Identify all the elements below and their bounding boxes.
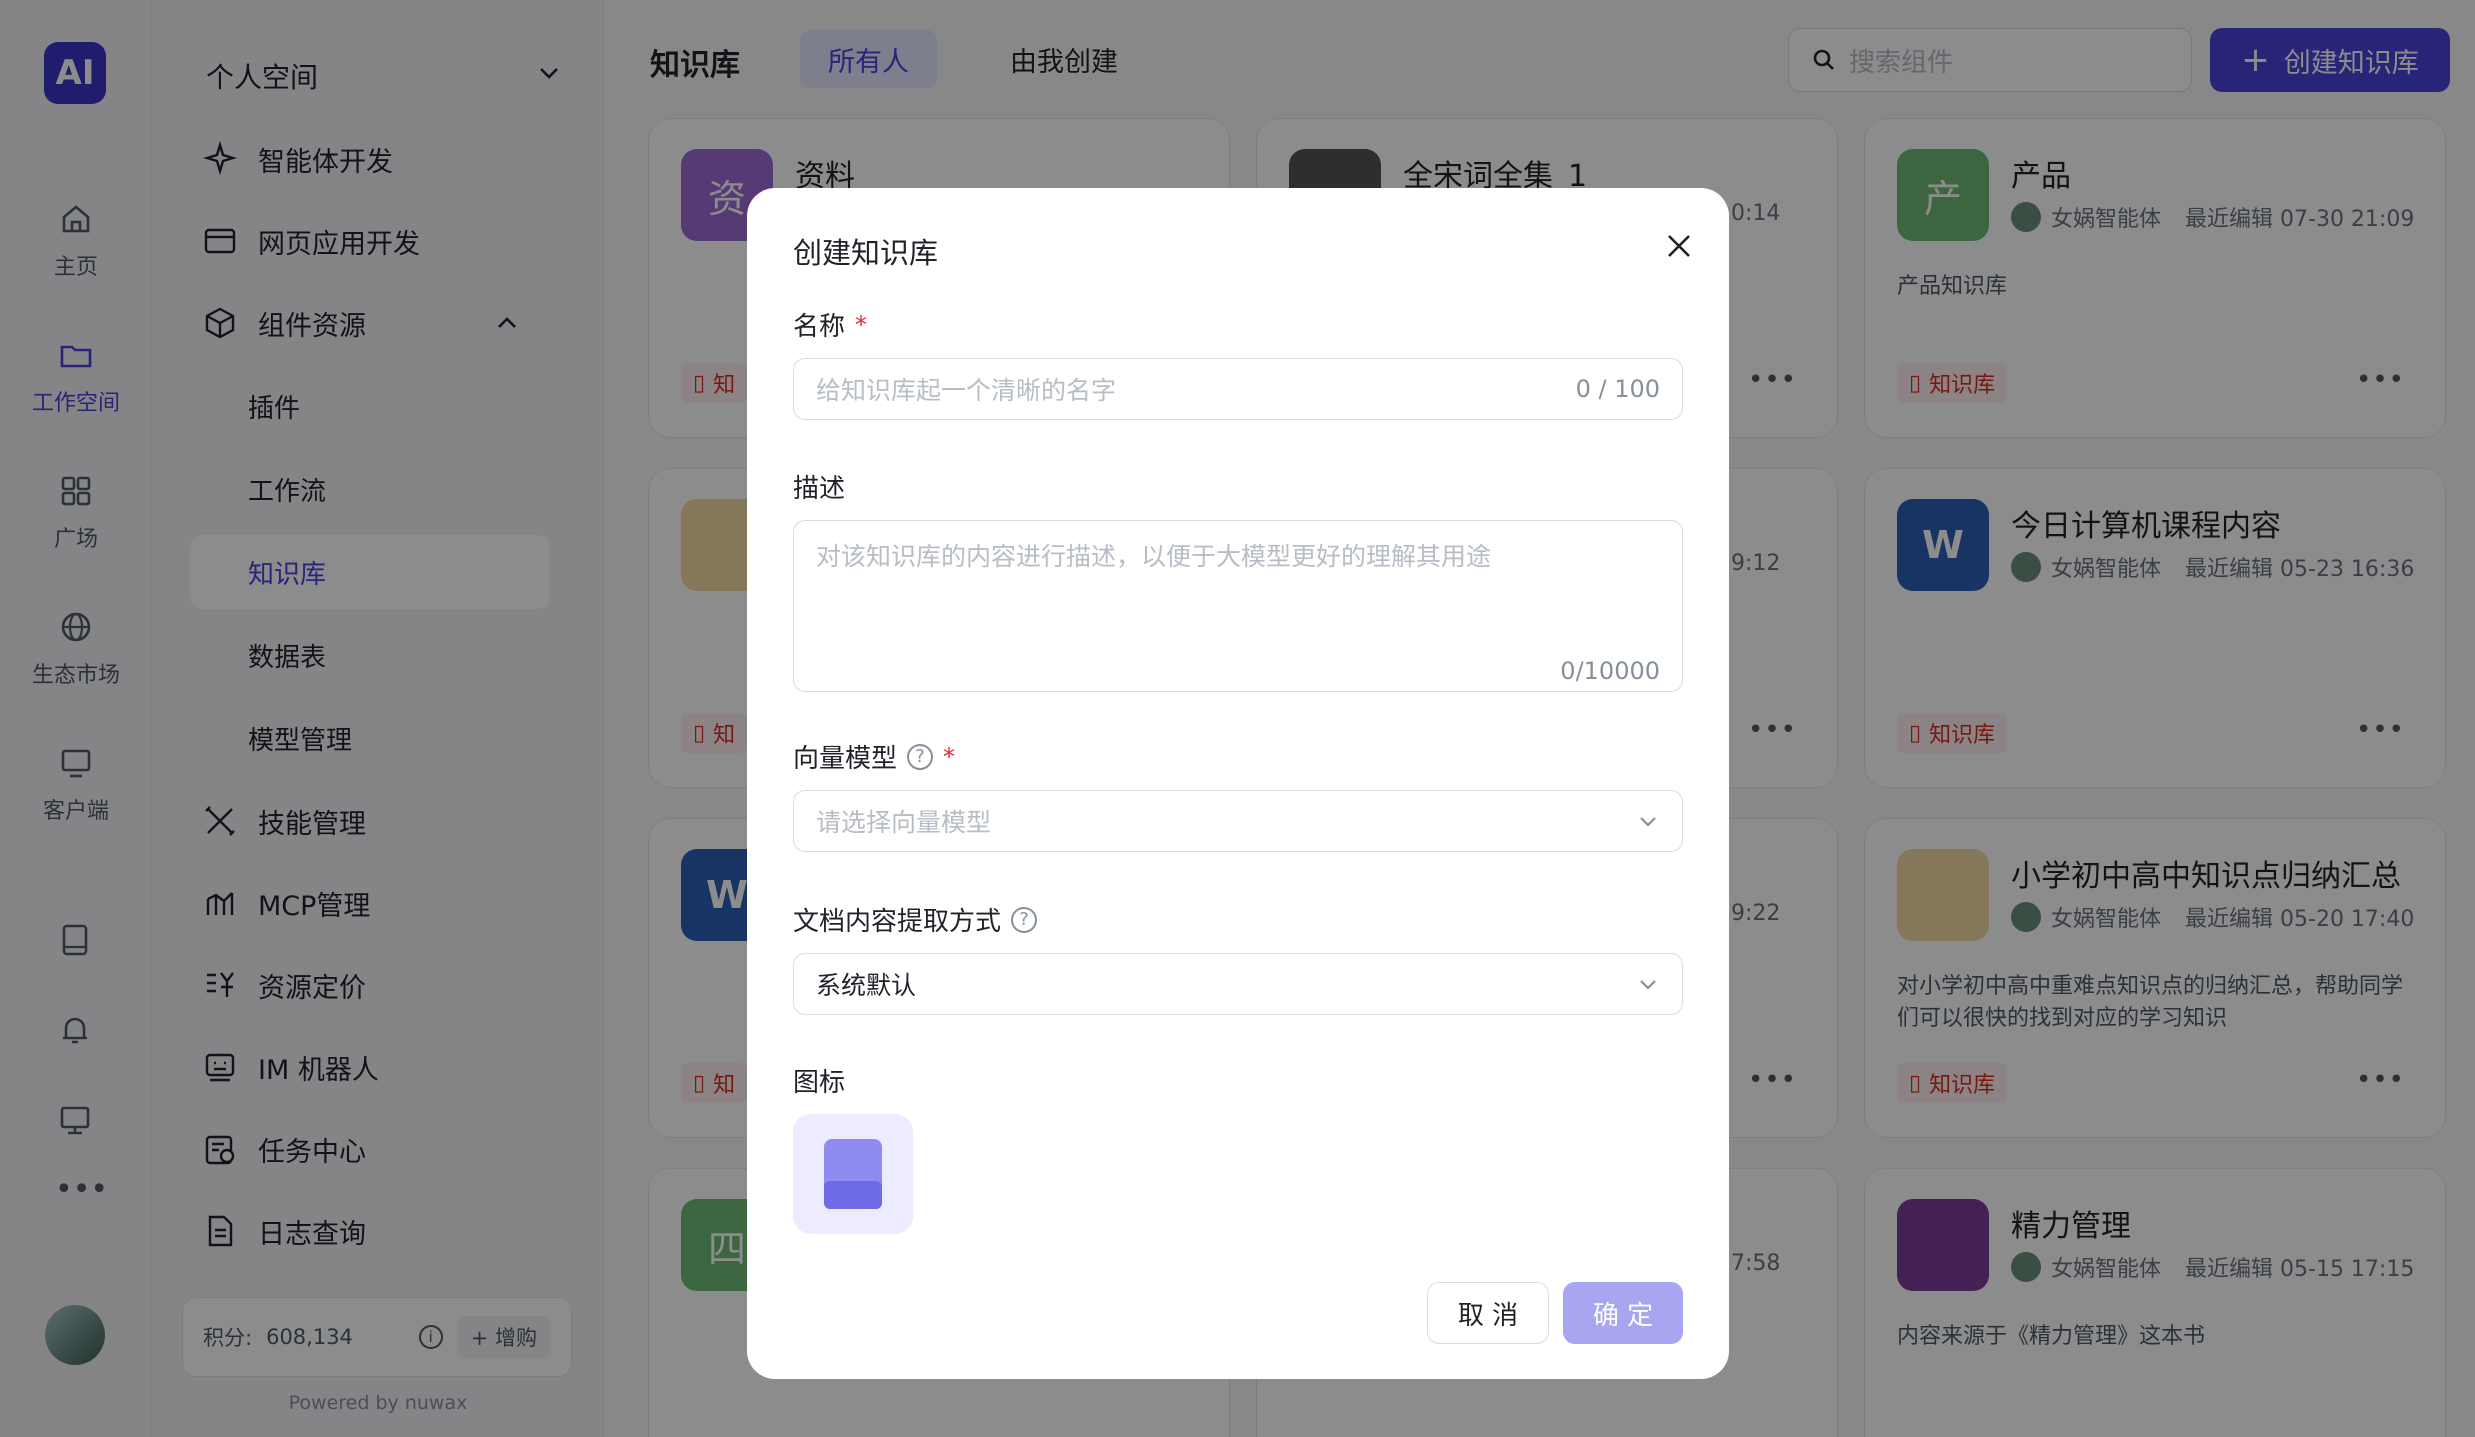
cancel-button[interactable]: 取 消 [1427,1282,1549,1344]
close-icon[interactable] [1659,226,1699,266]
extract-method-label: 文档内容提取方式? [793,901,1038,938]
chevron-down-icon [1640,817,1656,827]
icon-picker[interactable] [793,1114,913,1234]
name-counter: 0 / 100 [1575,375,1660,403]
name-input[interactable]: 给知识库起一个清晰的名字 0 / 100 [793,358,1683,420]
create-knowledge-modal: 创建知识库 名称 * 给知识库起一个清晰的名字 0 / 100 描述 对该知识库的… [747,188,1729,1379]
icon-label: 图标 [793,1068,846,1098]
extract-method-select[interactable]: 系统默认 [793,953,1683,1015]
description-textarea[interactable]: 对该知识库的内容进行描述，以便于大模型更好的理解其用途 0/10000 [793,520,1683,692]
modal-title: 创建知识库 [793,236,939,270]
description-placeholder: 对该知识库的内容进行描述，以便于大模型更好的理解其用途 [816,542,1492,571]
description-label: 描述 [793,474,846,504]
help-icon[interactable]: ? [907,743,934,770]
knowledge-book-icon [824,1139,882,1209]
chevron-down-icon [1640,980,1656,990]
vector-model-label: 向量模型? * [793,742,956,775]
name-label: 名称 * [793,310,868,343]
description-counter: 0/10000 [1560,657,1660,685]
confirm-button[interactable]: 确 定 [1563,1282,1683,1344]
help-icon[interactable]: ? [1011,906,1038,933]
extract-method-value: 系统默认 [816,971,917,1000]
vector-model-select[interactable]: 请选择向量模型 [793,790,1683,852]
name-placeholder: 给知识库起一个清晰的名字 [816,376,1117,405]
vector-model-placeholder: 请选择向量模型 [816,808,992,837]
